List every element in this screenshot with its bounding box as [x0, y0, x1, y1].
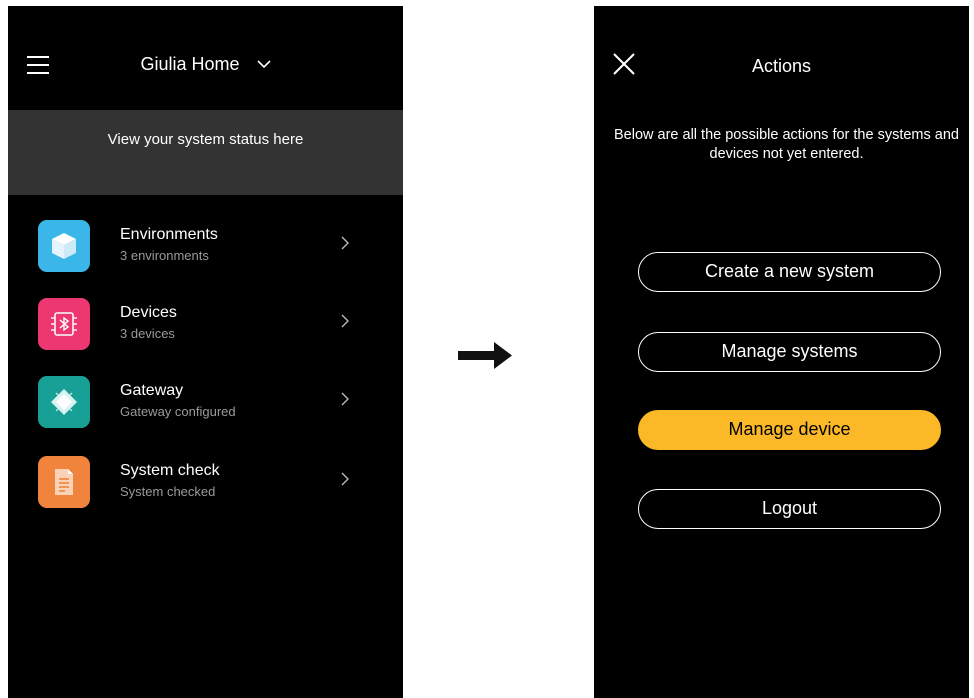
chevron-right-icon [341, 314, 349, 333]
actions-description: Below are all the possible actions for t… [614, 127, 959, 162]
menu-item-label: Devices [120, 304, 177, 321]
menu-item-devices[interactable]: Devices 3 devices [8, 294, 403, 364]
status-banner[interactable]: View your system status here [8, 110, 403, 195]
chevron-right-icon [341, 392, 349, 411]
manage-systems-button[interactable]: Manage systems [638, 332, 941, 372]
menu-item-sublabel: 3 environments [120, 248, 209, 263]
home-selector[interactable]: Giulia Home [8, 54, 403, 76]
document-icon [38, 456, 90, 508]
chevron-right-icon [341, 236, 349, 255]
bluetooth-chip-icon [38, 298, 90, 350]
home-title: Giulia Home [140, 54, 240, 74]
status-banner-text: View your system status here [107, 131, 304, 148]
menu-item-sublabel: Gateway configured [120, 404, 236, 419]
menu-item-label: Environments [120, 226, 218, 243]
menu-item-sublabel: 3 devices [120, 326, 175, 341]
menu-item-sublabel: System checked [120, 484, 216, 499]
page-title: Actions [751, 56, 812, 76]
logout-button[interactable]: Logout [638, 489, 941, 529]
chevron-down-icon [256, 53, 271, 74]
menu-item-gateway[interactable]: Gateway Gateway configured [8, 372, 403, 442]
gateway-chip-icon [38, 376, 90, 428]
create-new-system-button[interactable]: Create a new system [638, 252, 941, 292]
menu-item-label: Gateway [120, 382, 184, 399]
actions-screen: Actions Below are all the possible actio… [594, 6, 969, 698]
chevron-right-icon [341, 472, 349, 491]
menu-item-label: System check [120, 462, 220, 479]
home-screen: Giulia Home View your system status here… [8, 6, 403, 698]
cube-icon [38, 220, 90, 272]
menu-item-environments[interactable]: Environments 3 environments [8, 216, 403, 286]
menu-item-system-check[interactable]: System check System checked [8, 452, 403, 522]
right-arrow-icon [456, 340, 516, 375]
manage-device-button[interactable]: Manage device [638, 410, 941, 450]
